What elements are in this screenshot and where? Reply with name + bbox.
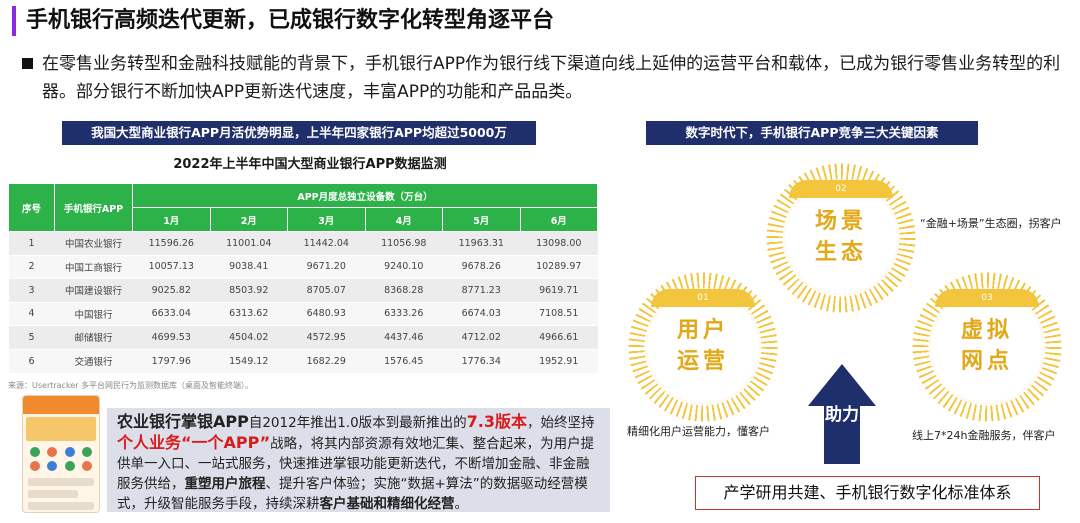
desc-highlight: 客户基础和精细化经营 <box>319 496 455 512</box>
abc-description: 农业银行掌银APP自2012年推出1.0版本到最新推出的7.3版本，始终坚持个人… <box>107 408 610 512</box>
bank-app-table: 序号 手机银行APP APP月度总独立设备数（万台） 1月 2月 3月 4月 5… <box>8 183 598 373</box>
cell-seq: 6 <box>8 348 55 373</box>
factor-caption: “金融+场景”生态圈，拐客户 <box>920 217 1062 230</box>
cell-value: 9678.26 <box>442 254 520 279</box>
cell-value: 10289.97 <box>520 254 598 279</box>
cell-value: 11001.04 <box>210 231 288 255</box>
cell-value: 9038.41 <box>210 254 288 279</box>
cell-bank: 中国银行 <box>54 301 133 326</box>
table-title: 2022年上半年中国大型商业银行APP数据监测 <box>173 157 447 172</box>
cell-value: 1549.12 <box>210 348 288 373</box>
cell-value: 8705.07 <box>287 278 365 302</box>
cell-seq: 1 <box>8 231 55 255</box>
cell-seq: 3 <box>8 278 55 302</box>
cell-seq: 5 <box>8 325 55 349</box>
cell-value: 4504.02 <box>210 325 288 349</box>
cell-value: 4572.95 <box>287 325 365 349</box>
title-accent-bar: 手机银行高频迭代更新，已成银行数字化转型角逐平台 <box>12 6 554 36</box>
cell-bank: 中国农业银行 <box>54 231 133 255</box>
left-banner: 我国大型商业银行APP月活优势明显，上半年四家银行APP均超过5000万 <box>62 121 536 145</box>
cell-value: 9671.20 <box>287 254 365 279</box>
cell-value: 11442.04 <box>287 231 365 255</box>
cell-bank: 中国建设银行 <box>54 278 133 302</box>
factor-number: 01 <box>651 289 755 307</box>
col-header-month: 5月 <box>442 207 521 232</box>
cell-value: 9025.82 <box>132 278 210 302</box>
table-row: 5 邮储银行 4699.53 4504.02 4572.95 4437.46 4… <box>8 325 598 349</box>
cell-value: 6633.04 <box>132 301 210 326</box>
col-header-month: 6月 <box>519 207 598 232</box>
cell-value: 1576.45 <box>365 348 443 373</box>
page-title: 手机银行高频迭代更新，已成银行数字化转型角逐平台 <box>26 8 555 33</box>
cell-value: 4437.46 <box>365 325 443 349</box>
app-screenshot-image <box>22 395 100 513</box>
desc-text: ，始终坚持 <box>527 415 595 431</box>
col-header-month: 3月 <box>287 207 366 232</box>
table-row: 3 中国建设银行 9025.82 8503.92 8705.07 8368.28… <box>8 278 598 302</box>
col-header-month: 2月 <box>209 207 288 232</box>
factor-caption: 线上7*24h金融服务，伴客户 <box>912 429 1056 442</box>
cell-value: 4966.61 <box>520 325 598 349</box>
standard-system-box: 产学研用共建、手机银行数字化标准体系 <box>695 476 1040 510</box>
cell-value: 11963.31 <box>442 231 520 255</box>
cell-value: 6674.03 <box>442 301 520 326</box>
table-row: 1 中国农业银行 11596.26 11001.04 11442.04 1105… <box>8 231 598 255</box>
col-header-month: 1月 <box>132 207 211 232</box>
col-header-app: 手机银行APP <box>54 183 133 232</box>
cell-bank: 交通银行 <box>54 348 133 373</box>
cell-seq: 2 <box>8 254 55 279</box>
desc-highlight: 重塑用户旅程 <box>184 476 266 492</box>
desc-app-name: 农业银行掌银APP <box>117 412 249 431</box>
desc-version: 7.3版本 <box>466 412 528 431</box>
cell-value: 11596.26 <box>132 231 210 255</box>
cell-value: 6313.62 <box>210 301 288 326</box>
cell-value: 8503.92 <box>210 278 288 302</box>
table-row: 2 中国工商银行 10057.13 9038.41 9671.20 9240.1… <box>8 254 598 279</box>
desc-text: 。 <box>454 496 469 512</box>
cell-value: 1682.29 <box>287 348 365 373</box>
cell-bank: 邮储银行 <box>54 325 133 349</box>
cell-value: 8771.23 <box>442 278 520 302</box>
cell-value: 1776.34 <box>442 348 520 373</box>
cell-value: 4699.53 <box>132 325 210 349</box>
factor-label-line1: 场景 <box>814 209 867 234</box>
cell-value: 11056.98 <box>365 231 443 255</box>
square-bullet-icon <box>22 58 33 69</box>
factor-number: 03 <box>935 289 1039 307</box>
cell-value: 9240.10 <box>365 254 443 279</box>
right-banner: 数字时代下，手机银行APP竞争三大关键因素 <box>646 121 978 145</box>
cell-value: 9619.71 <box>520 278 598 302</box>
factor-label-line2: 运营 <box>676 349 729 374</box>
factor-label-line2: 网点 <box>960 349 1013 374</box>
col-header-seq: 序号 <box>8 183 55 232</box>
table-source: 来源：Usertracker 多平台网民行为监测数据库（桌面及智能终端）。 <box>8 381 254 390</box>
factor-number: 02 <box>789 180 893 198</box>
cell-bank: 中国工商银行 <box>54 254 133 279</box>
cell-seq: 4 <box>8 301 55 326</box>
cell-value: 13098.00 <box>520 231 598 255</box>
desc-text: 自2012年推出1.0版本到最新推出的 <box>248 415 467 431</box>
factor-label-line1: 虚拟 <box>960 318 1013 343</box>
arrow-label: 助力 <box>825 405 859 425</box>
desc-strategy: 个人业务“一个APP” <box>117 433 271 452</box>
col-header-month: 4月 <box>364 207 443 232</box>
cell-value: 6333.26 <box>365 301 443 326</box>
factor-caption: 精细化用户运营能力，懂客户 <box>627 425 770 438</box>
col-header-group: APP月度总独立设备数（万台） <box>132 183 598 208</box>
cell-value: 4712.02 <box>442 325 520 349</box>
cell-value: 8368.28 <box>365 278 443 302</box>
table-row: 4 中国银行 6633.04 6313.62 6480.93 6333.26 6… <box>8 301 598 326</box>
cell-value: 1952.91 <box>520 348 598 373</box>
intro-text: 在零售业务转型和金融科技赋能的背景下，手机银行APP作为银行线下渠道向线上延伸的… <box>42 54 1061 102</box>
cell-value: 7108.51 <box>520 301 598 326</box>
intro-bullet: 在零售业务转型和金融科技赋能的背景下，手机银行APP作为银行线下渠道向线上延伸的… <box>22 50 1072 106</box>
cell-value: 1797.96 <box>132 348 210 373</box>
cell-value: 10057.13 <box>132 254 210 279</box>
factor-label-line1: 用户 <box>676 318 729 343</box>
table-row: 6 交通银行 1797.96 1549.12 1682.29 1576.45 1… <box>8 348 598 373</box>
cell-value: 6480.93 <box>287 301 365 326</box>
factor-label-line2: 生态 <box>814 240 867 265</box>
